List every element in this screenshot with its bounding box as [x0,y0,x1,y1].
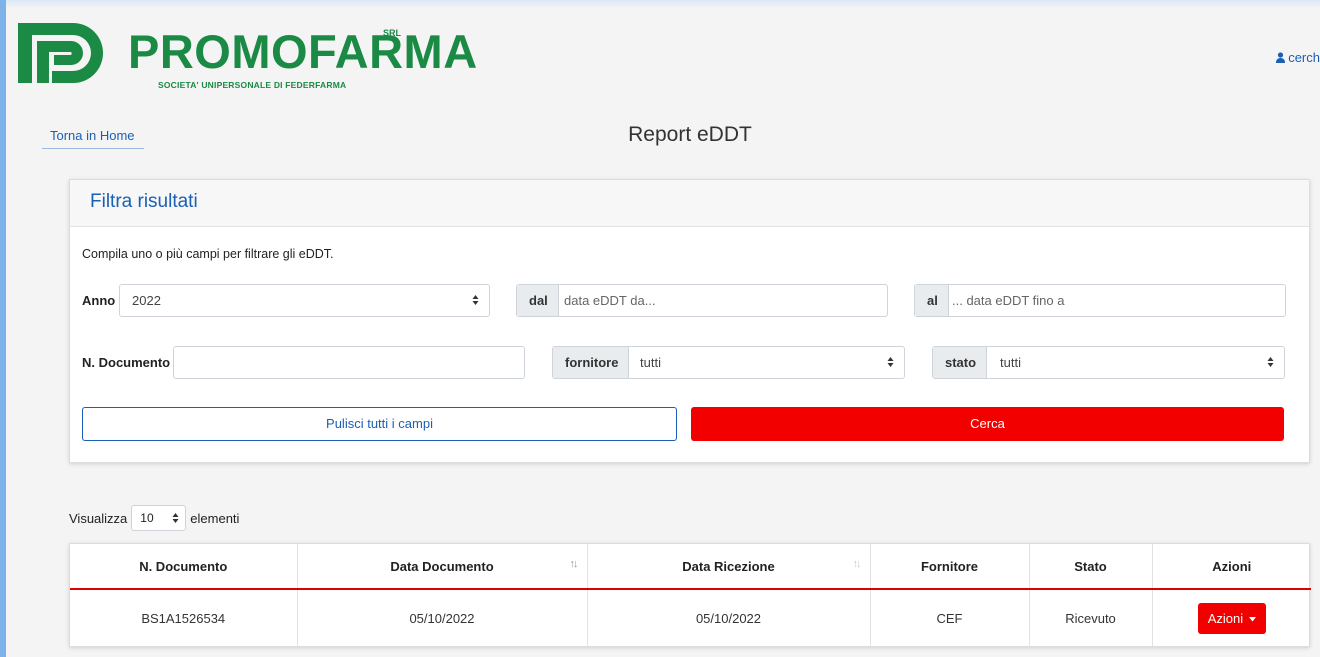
table-header-row: N. Documento Data Documento ↑↓ Data Ricez… [70,544,1311,590]
cell-azioni: Azioni [1152,589,1311,647]
cell-fornitore: CEF [870,589,1030,647]
column-header-azioni: Azioni [1152,544,1311,590]
sort-icon[interactable]: ↑↓ [570,558,579,570]
cell-data-ricezione: 05/10/2022 [587,589,871,647]
select-arrows-icon [887,357,894,367]
search-button[interactable]: Cerca [691,407,1284,441]
azioni-dropdown-button[interactable]: Azioni [1197,603,1266,634]
column-header-stato[interactable]: Stato [1029,544,1153,590]
anno-select[interactable]: 2022 [119,284,490,317]
select-arrows-icon [1267,357,1274,367]
filter-panel: Filtra risultati Compila uno o più campi… [69,179,1310,463]
table-row: BS1A1526534 05/10/2022 05/10/2022 CEF Ri… [70,589,1311,647]
al-date-input[interactable]: al ... data eDDT fino a [914,284,1286,317]
stato-select-value: tutti [1000,355,1021,370]
brand-tagline: SOCIETA' UNIPERSONALE DI FEDERFARMA [158,80,347,90]
page-size-suffix: elementi [190,510,240,526]
page-size-control: Visualizza 10 elementi [69,505,239,531]
anno-label: Anno [82,293,116,308]
filter-hint: Compila uno o più campi per filtrare gli… [82,247,334,261]
select-arrows-icon [172,513,179,523]
dal-date-input[interactable]: dal data eDDT da... [516,284,888,317]
eddt-table: N. Documento Data Documento ↑↓ Data Ricez… [69,543,1311,647]
promofarma-p-mark-icon [18,23,103,83]
dal-placeholder: data eDDT da... [564,293,656,308]
anno-select-value: 2022 [132,293,161,308]
page-size-select[interactable]: 10 [131,505,187,531]
page-title: Report eDDT [628,123,752,146]
brand-suffix: SRL [383,28,401,38]
filter-panel-title: Filtra risultati [70,180,1309,227]
cell-stato: Ricevuto [1029,589,1153,647]
user-search-link[interactable]: cerch [1276,50,1320,65]
al-placeholder: ... data eDDT fino a [952,293,1065,308]
ndoc-label: N. Documento [82,355,171,370]
cell-n-documento: BS1A1526534 [70,589,298,647]
sort-icon[interactable]: ↑↓ [853,558,862,570]
column-header-data-documento[interactable]: Data Documento ↑↓ [297,544,588,590]
fornitore-select-value: tutti [640,355,661,370]
caret-down-icon [1248,617,1256,622]
azioni-label: Azioni [1207,611,1244,626]
al-label: al [915,285,949,316]
page-size-value: 10 [140,511,154,525]
stato-label: stato [933,347,988,378]
fornitore-select[interactable]: fornitore tutti [552,346,905,379]
window-top-edge [0,0,1320,8]
brand-name: PROMOFARMA [128,25,478,78]
clear-fields-button[interactable]: Pulisci tutti i campi [82,407,677,441]
fornitore-label: fornitore [553,347,630,378]
user-link-label: cerch [1288,50,1320,65]
column-header-fornitore[interactable]: Fornitore [870,544,1030,590]
column-header-data-ricezione[interactable]: Data Ricezione ↑↓ [587,544,871,590]
column-header-n-documento[interactable]: N. Documento [70,544,298,590]
dal-label: dal [517,285,559,316]
page-size-prefix: Visualizza [69,510,128,526]
cell-data-documento: 05/10/2022 [297,589,588,647]
ndoc-input[interactable] [173,346,525,379]
user-icon [1276,52,1286,63]
select-arrows-icon [472,295,479,305]
site-header: PROMOFARMA SRL SOCIETA' UNIPERSONALE DI … [6,8,1320,100]
stato-select[interactable]: stato tutti [932,346,1285,379]
promofarma-logo[interactable]: PROMOFARMA SRL SOCIETA' UNIPERSONALE DI … [16,20,477,98]
